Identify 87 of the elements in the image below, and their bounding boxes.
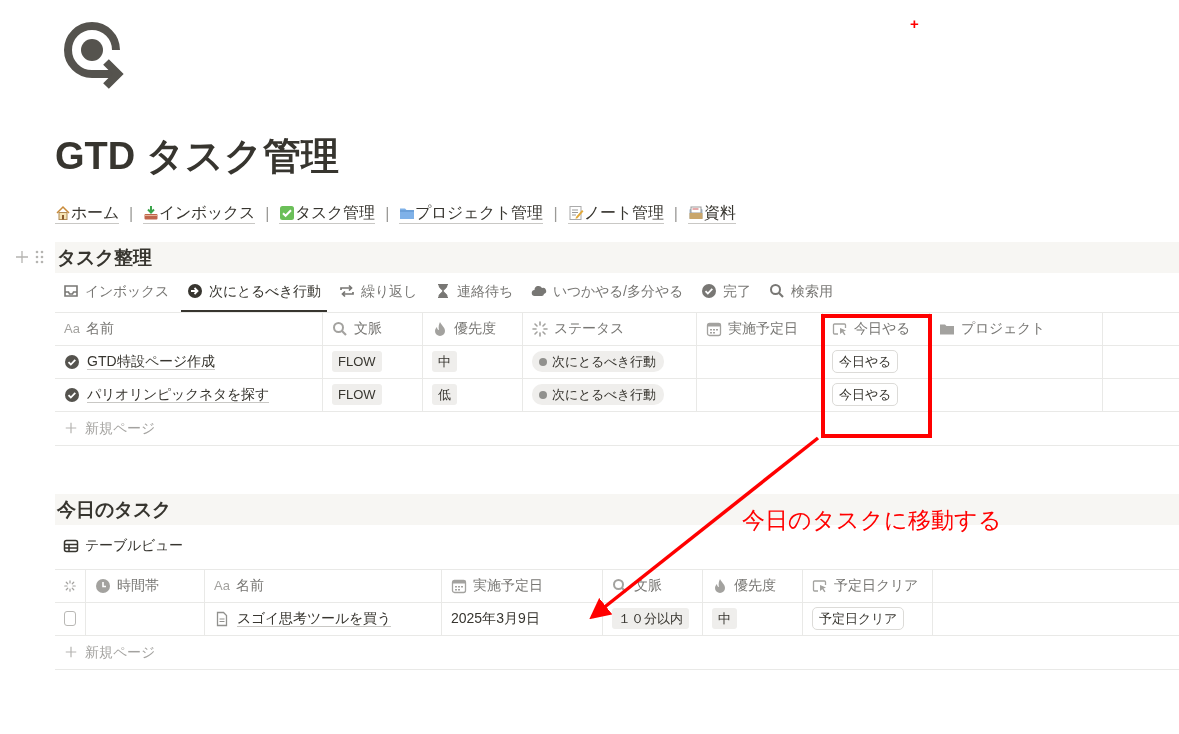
column-header[interactable]: 予定日クリア xyxy=(803,569,933,603)
column-header[interactable]: Aa 名前 xyxy=(205,569,442,603)
separator: | xyxy=(385,203,390,224)
view-tab[interactable]: テーブルビュー xyxy=(57,524,189,569)
today-button[interactable]: 予定日クリア xyxy=(812,607,904,631)
page-link[interactable]: 資料 xyxy=(687,203,736,225)
column-header[interactable]: 優先度 xyxy=(703,569,803,603)
column-header[interactable]: 時間帯 xyxy=(86,569,205,603)
tag: 中 xyxy=(432,351,457,373)
new-page-row[interactable]: 新規ページ xyxy=(55,411,1179,446)
column-header[interactable]: 優先度 xyxy=(423,312,523,346)
column-header[interactable]: 実施予定日 xyxy=(442,569,603,603)
cursor-marker: + xyxy=(910,16,919,31)
page-link[interactable]: ホーム xyxy=(55,203,119,225)
tag: １０分以内 xyxy=(612,608,689,630)
text-type-icon: Aa xyxy=(64,318,80,339)
status-dot xyxy=(539,390,547,399)
arrow-circle-icon xyxy=(187,283,203,300)
today-button[interactable]: 今日やる xyxy=(832,383,898,407)
column-header[interactable]: ステータス xyxy=(523,312,697,346)
status-dot xyxy=(539,357,547,366)
status-tag: 次にとるべき行動 xyxy=(532,351,664,373)
memo-icon xyxy=(567,205,584,222)
plus-icon xyxy=(64,645,78,660)
column-header[interactable]: 実施予定日 xyxy=(697,312,823,346)
house-icon xyxy=(55,205,71,222)
add-block-icon xyxy=(15,250,29,265)
hourglass-icon xyxy=(435,283,451,300)
drag-handle-icon xyxy=(35,250,44,265)
separator: | xyxy=(673,203,678,224)
search-icon xyxy=(332,320,348,337)
section-title: 今日のタスク xyxy=(57,498,171,520)
clock-icon xyxy=(95,577,111,594)
document-icon xyxy=(214,610,230,627)
check-circle-icon xyxy=(64,386,80,403)
tag: 中 xyxy=(712,608,737,630)
checkbox-icon xyxy=(279,205,296,222)
repeat-icon xyxy=(339,283,355,300)
column-header[interactable]: 文脈 xyxy=(323,312,423,346)
view-tab[interactable]: いつかやる/多分やる xyxy=(525,272,689,312)
view-tab[interactable]: 次にとるべき行動 xyxy=(181,272,327,312)
page-title: GTD タスク管理 xyxy=(55,134,340,179)
new-page-row[interactable]: 新規ページ xyxy=(55,635,1179,670)
status-tag: 次にとるべき行動 xyxy=(532,384,664,406)
tag: FLOW xyxy=(332,351,382,373)
page-link[interactable]: ノート管理 xyxy=(567,203,664,225)
column-header[interactable]: 今日やる xyxy=(823,312,930,346)
view-tab[interactable]: 完了 xyxy=(694,272,757,312)
calendar-icon xyxy=(451,577,467,594)
view-tab[interactable]: インボックス xyxy=(57,272,175,312)
check-circle-icon xyxy=(700,283,717,300)
check-circle-icon xyxy=(64,353,80,370)
separator: | xyxy=(129,203,134,224)
flame-icon xyxy=(712,577,728,594)
view-tab[interactable]: 繰り返し xyxy=(333,272,423,312)
page-link[interactable]: タスク管理 xyxy=(279,203,376,225)
page-title-link[interactable]: GTD特設ページ作成 xyxy=(87,352,215,371)
text-type-icon: Aa xyxy=(214,575,230,596)
cursor-icon xyxy=(812,577,828,594)
tag: FLOW xyxy=(332,384,382,406)
column-header[interactable]: Aa 名前 xyxy=(55,312,323,346)
calendar-icon xyxy=(706,320,722,337)
view-tab[interactable]: 検索用 xyxy=(762,272,839,312)
page-link[interactable]: プロジェクト管理 xyxy=(399,203,544,225)
section-title: タスク整理 xyxy=(57,246,152,268)
date-text: 2025年3月9日 xyxy=(451,609,540,629)
inbox-tray-icon xyxy=(143,205,160,222)
separator: | xyxy=(553,203,558,224)
view-tab[interactable]: 連絡待ち xyxy=(429,272,519,312)
plus-icon xyxy=(64,421,78,436)
page-link[interactable]: インボックス xyxy=(143,203,256,225)
checkbox[interactable] xyxy=(64,611,76,627)
search-icon xyxy=(768,283,785,300)
flame-icon xyxy=(432,320,448,337)
today-button[interactable]: 今日やる xyxy=(832,350,898,374)
spinner-icon xyxy=(64,577,76,594)
column-header[interactable]: プロジェクト xyxy=(930,312,1103,346)
table-icon xyxy=(63,537,79,554)
tray-icon xyxy=(63,283,79,300)
cursor-icon xyxy=(832,320,848,337)
separator: | xyxy=(265,203,270,224)
page-title-link[interactable]: スゴイ思考ツールを買う xyxy=(237,609,391,628)
spinner-icon xyxy=(532,320,548,337)
annotation-text: 今日のタスクに移動する xyxy=(742,506,1002,535)
tag: 低 xyxy=(432,384,457,406)
card-index-icon xyxy=(687,205,704,222)
page-title-link[interactable]: パリオリンピックネタを探す xyxy=(87,385,269,404)
